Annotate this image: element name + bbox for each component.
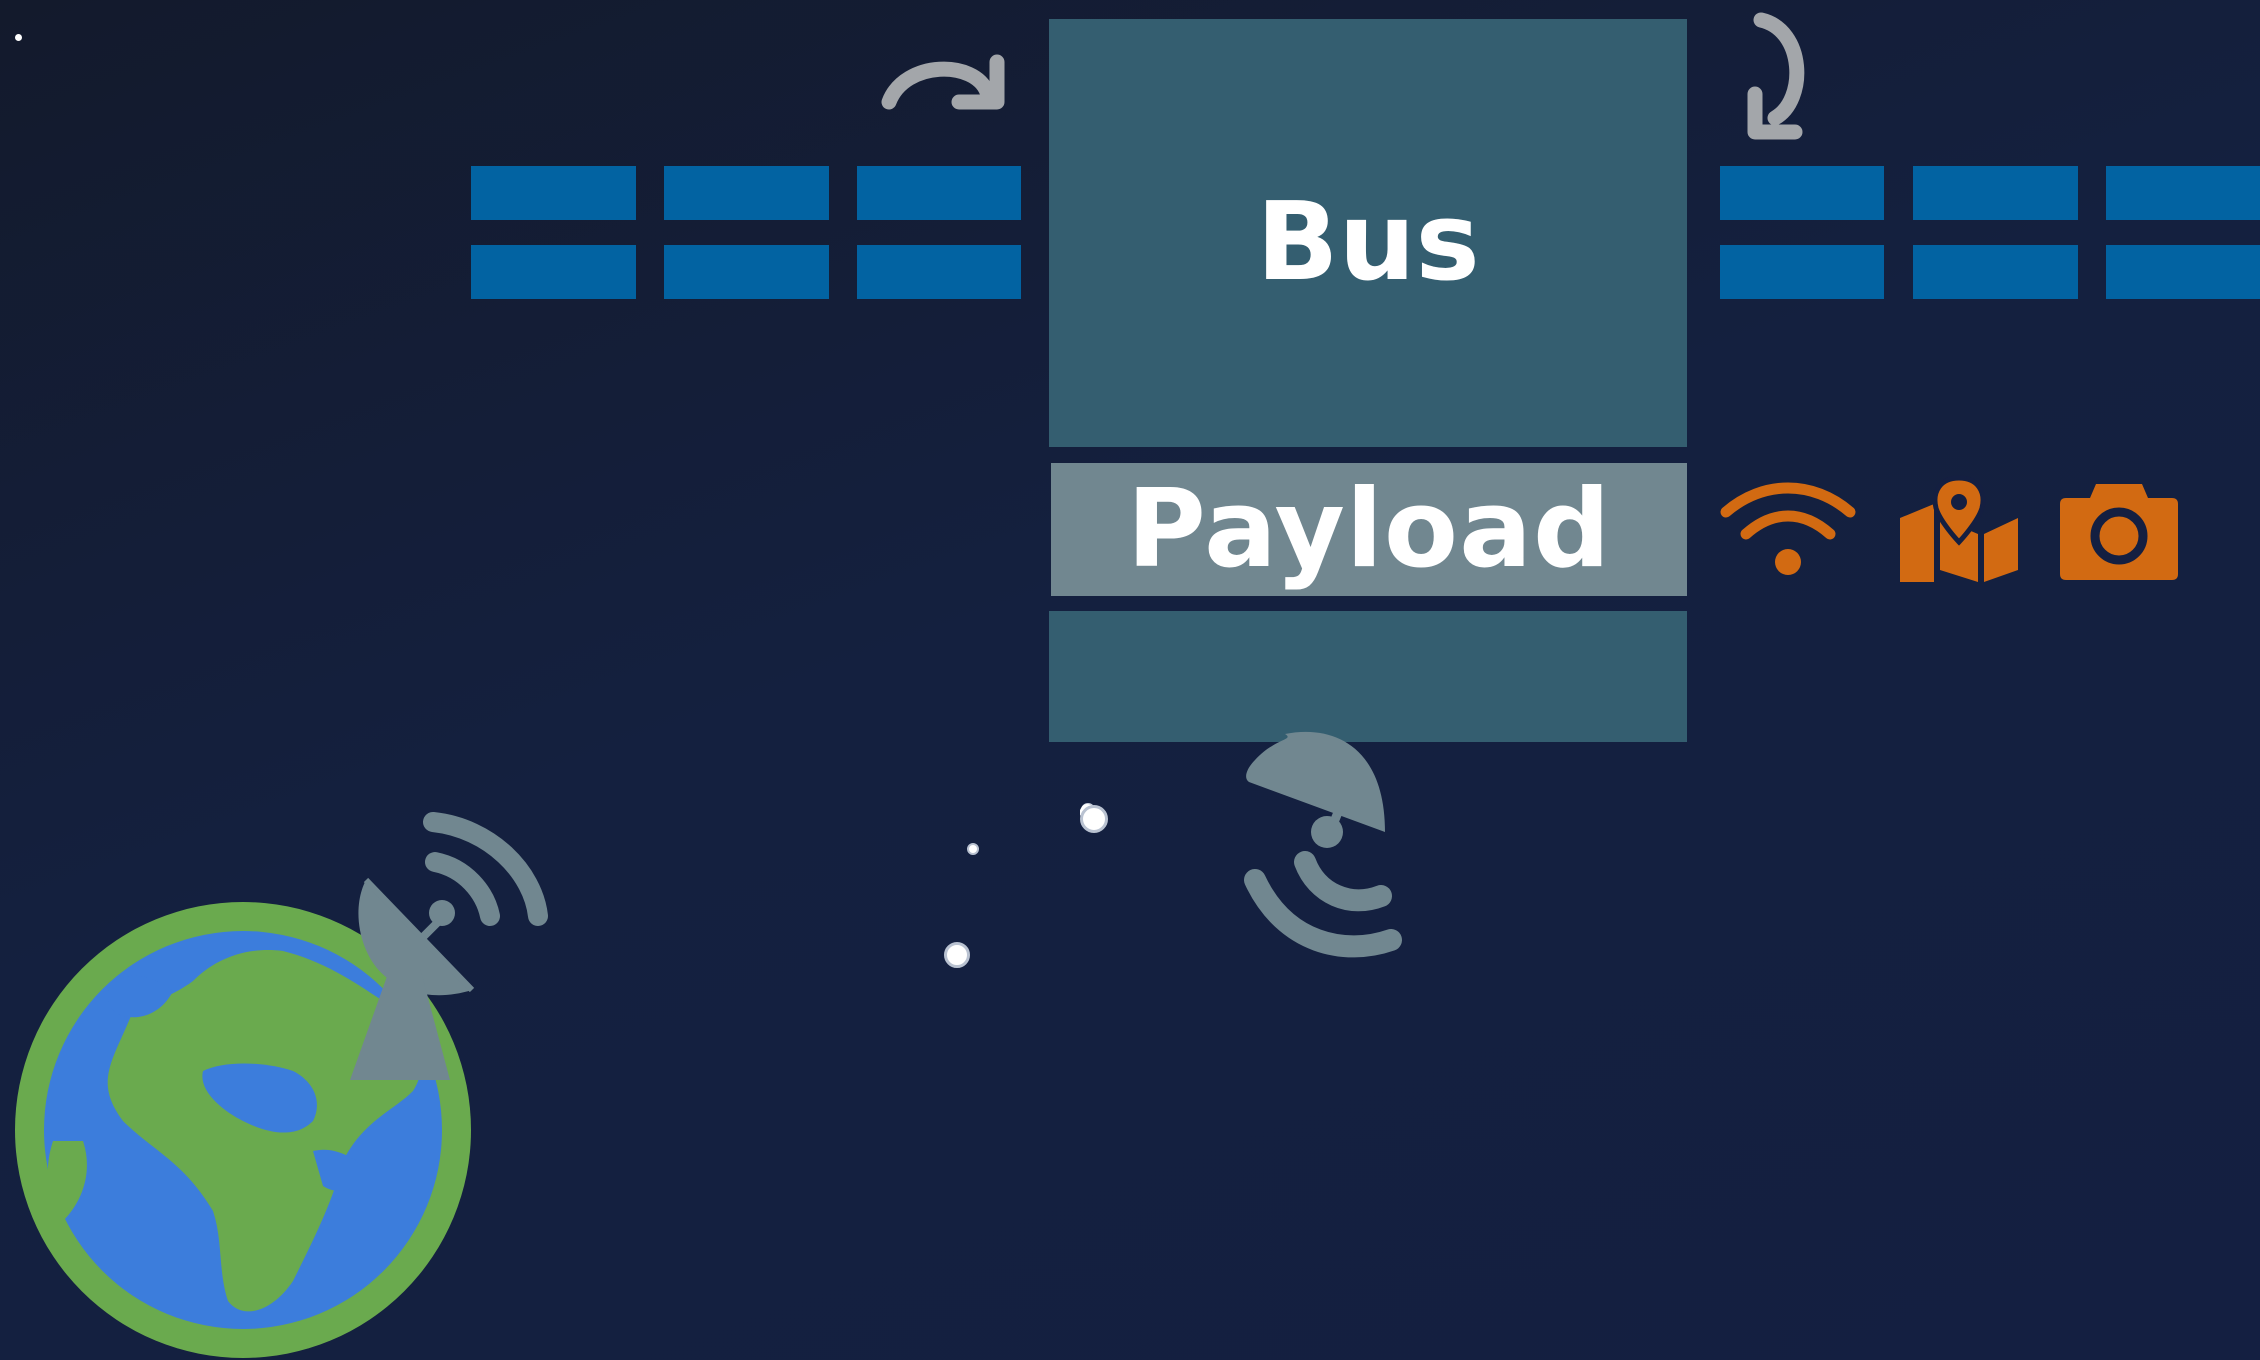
solar-panel-icon [2106, 245, 2260, 299]
lower-module-block [1049, 611, 1687, 742]
star-icon [1080, 805, 1108, 833]
solar-panel-icon [2106, 166, 2260, 220]
solar-panel-icon [857, 245, 1021, 299]
ground-station-icon [350, 812, 548, 1080]
solar-panel-icon [857, 166, 1021, 220]
solar-panel-icon [664, 245, 829, 299]
bus-block: Bus [1049, 19, 1687, 447]
payload-label: Payload [1126, 467, 1612, 592]
solar-panel-icon [1720, 245, 1884, 299]
solar-panel-icon [471, 245, 636, 299]
solar-panel-icon [1913, 245, 2078, 299]
solar-panel-icon [1720, 166, 1884, 220]
rotate-cw-down-icon [1747, 12, 1805, 140]
solar-panel-icon [471, 166, 636, 220]
wifi-icon [1720, 482, 1856, 575]
camera-icon [2060, 484, 2178, 580]
rotate-cw-icon [881, 54, 1005, 110]
star-icon [944, 942, 970, 968]
solar-panel-icon [1913, 166, 2078, 220]
bus-label: Bus [1256, 180, 1480, 305]
map-marker-icon [1900, 475, 2018, 582]
satellite-dish-icon [1244, 731, 1402, 958]
payload-block: Payload [1051, 463, 1687, 596]
solar-panel-icon [664, 166, 829, 220]
star-icon [15, 34, 22, 41]
star-icon [967, 843, 979, 855]
